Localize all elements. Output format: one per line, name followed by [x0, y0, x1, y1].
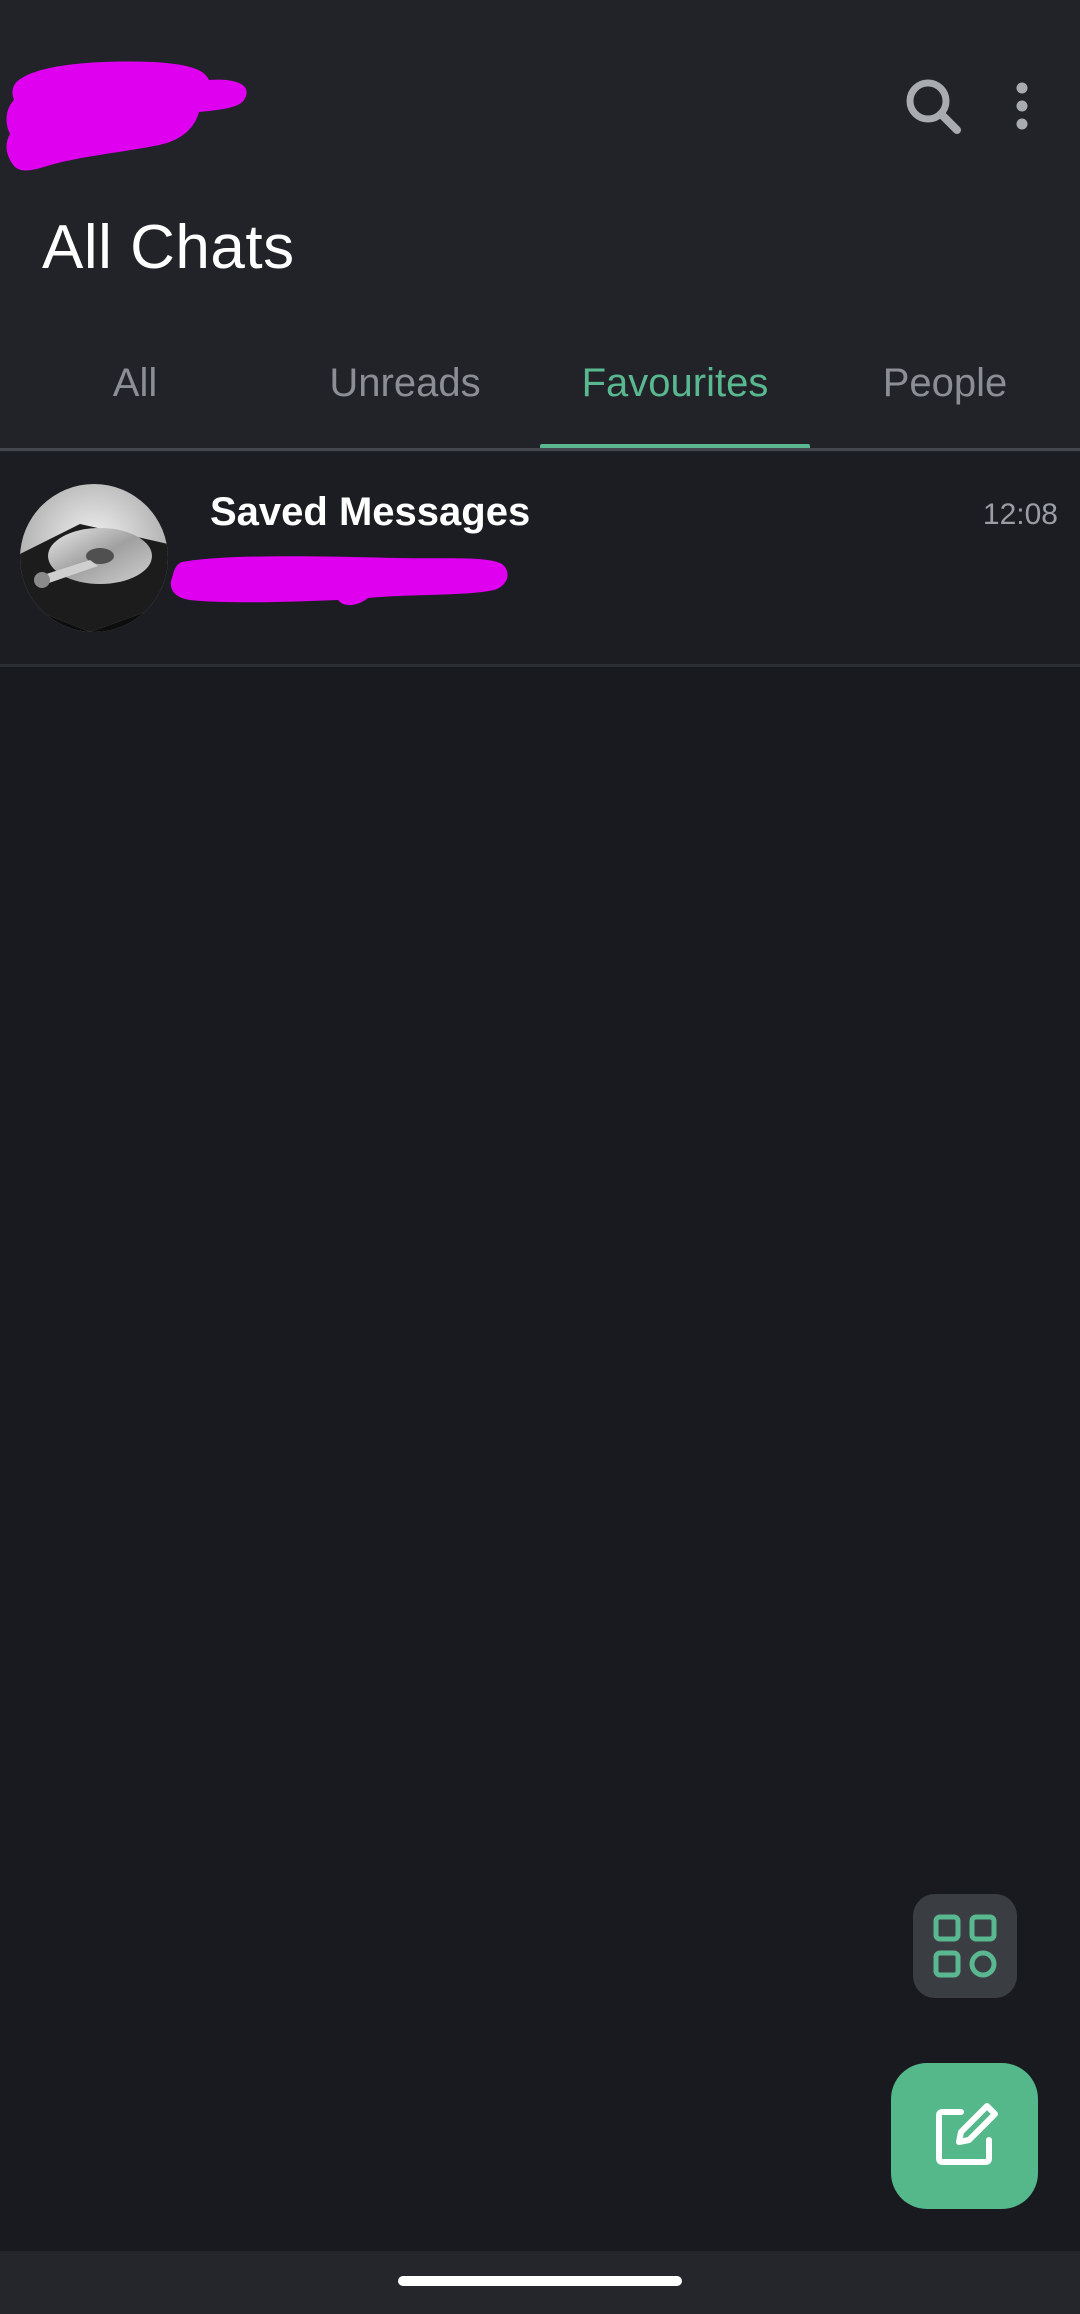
search-icon — [906, 79, 961, 134]
tab-favourites[interactable]: Favourites — [540, 318, 810, 448]
compose-button[interactable] — [891, 2063, 1038, 2209]
compose-icon — [935, 2103, 998, 2165]
tab-unreads[interactable]: Unreads — [270, 318, 540, 448]
tab-all[interactable]: All — [0, 318, 270, 448]
more-vertical-icon — [1016, 82, 1028, 130]
folder-tabs: All Unreads Favourites People — [0, 318, 1080, 448]
app-header: All Chats All Unreads Favourites People — [0, 0, 1080, 452]
chat-title: Saved Messages — [210, 490, 531, 534]
tabs-divider — [0, 448, 1080, 451]
row-divider — [0, 664, 1080, 667]
account-name-redaction — [6, 61, 247, 171]
home-indicator[interactable] — [398, 2276, 682, 2286]
search-button[interactable] — [893, 70, 973, 142]
filters-button[interactable] — [913, 1894, 1017, 1998]
page-title: All Chats — [42, 213, 295, 282]
tab-people[interactable]: People — [810, 318, 1080, 448]
chat-timestamp: 12:08 — [982, 498, 1058, 531]
hard-drive-avatar — [20, 484, 168, 632]
grid-shapes-icon — [933, 1914, 997, 1978]
avatar — [20, 484, 168, 632]
chats-screen: All Chats All Unreads Favourites People — [0, 0, 1080, 2314]
message-preview-redaction — [170, 556, 508, 606]
more-options-button[interactable] — [1000, 70, 1044, 142]
chat-row-saved-messages[interactable]: Saved Messages 12:08 — [0, 452, 1080, 664]
